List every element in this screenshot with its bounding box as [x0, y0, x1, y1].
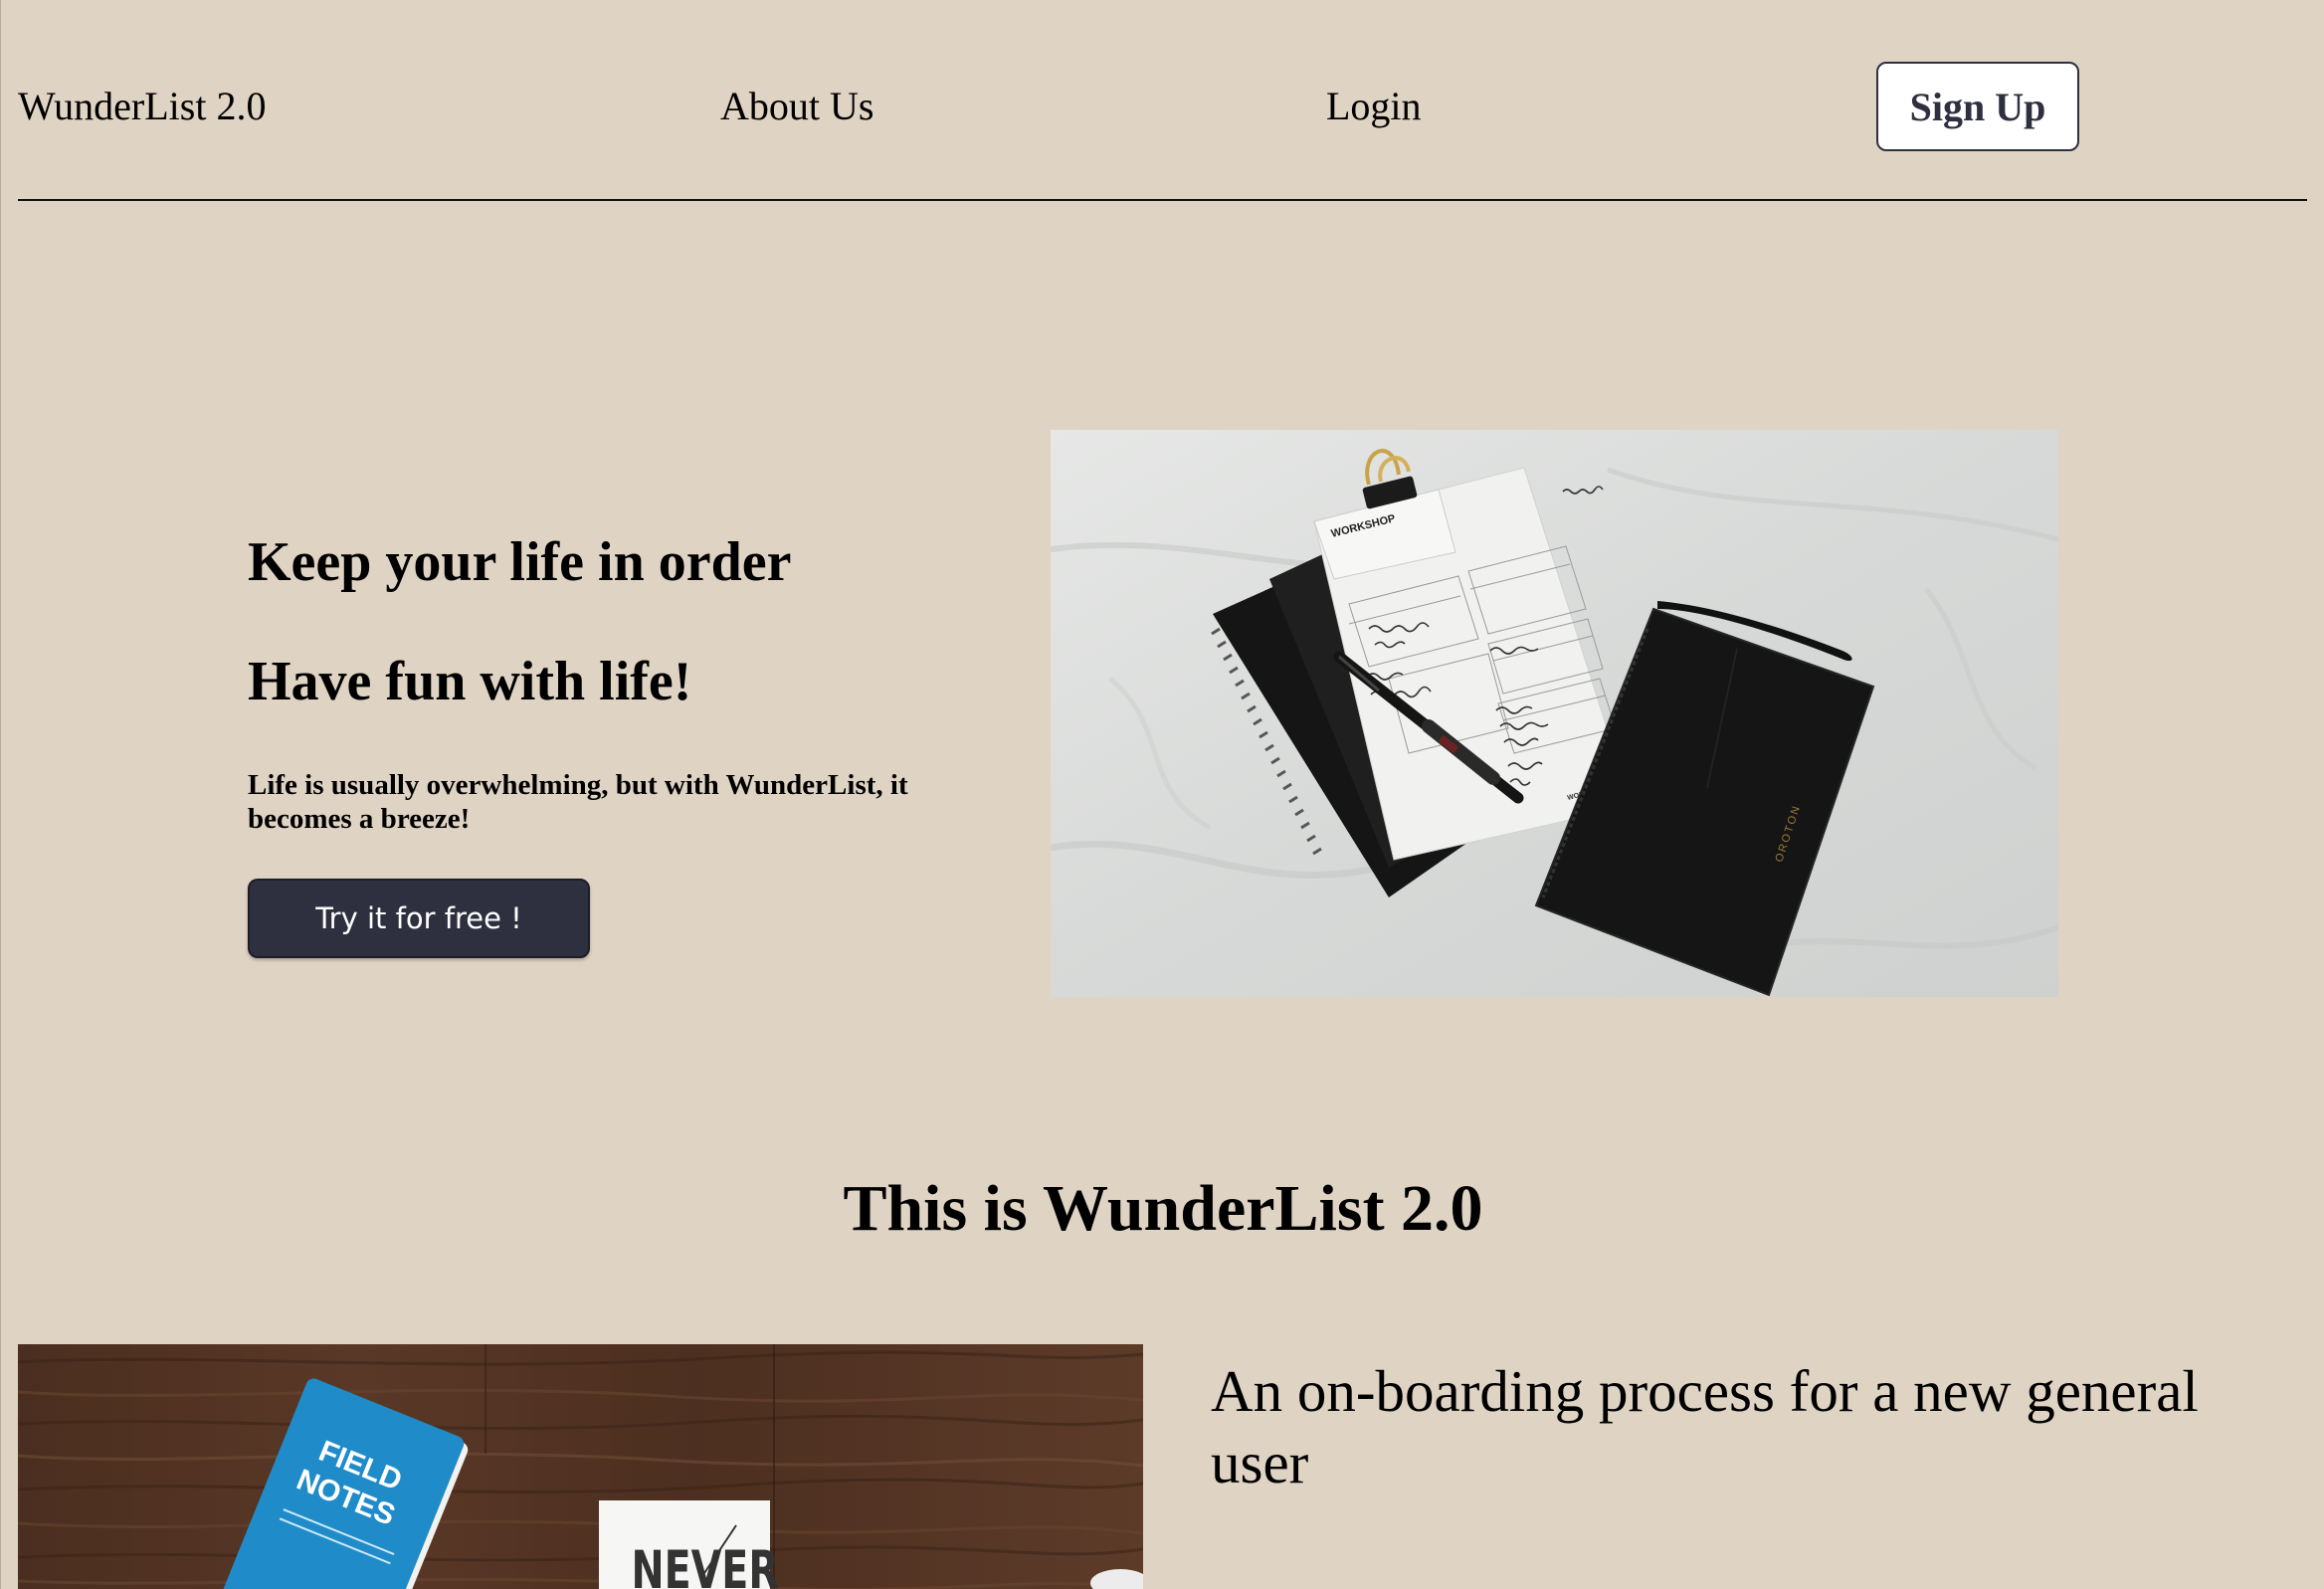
- feature-image: FIELD NOTES NEVER: [18, 1344, 1143, 1589]
- feature-description: An on-boarding process for a new general…: [1211, 1358, 2199, 1495]
- card-text: NEVER: [632, 1540, 779, 1589]
- never-card: NEVER: [599, 1500, 779, 1589]
- hero-heading-secondary: Have fun with life!: [248, 651, 692, 712]
- top-navigation: WunderList 2.0 About Us Login Sign Up: [18, 0, 2307, 201]
- hero-image: WORKSHOP OROTON: [1051, 430, 2058, 997]
- logo-link[interactable]: WunderList 2.0: [18, 78, 266, 135]
- hero-description: Life is usually overwhelming, but with W…: [248, 769, 908, 835]
- nav-login-link[interactable]: Login: [1326, 78, 1422, 135]
- signup-button[interactable]: Sign Up: [1876, 62, 2079, 151]
- section-title: This is WunderList 2.0: [843, 1172, 1483, 1245]
- hero-heading-primary: Keep your life in order: [248, 531, 792, 593]
- nav-about-us-link[interactable]: About Us: [720, 78, 873, 135]
- try-free-button[interactable]: Try it for free !: [248, 879, 590, 958]
